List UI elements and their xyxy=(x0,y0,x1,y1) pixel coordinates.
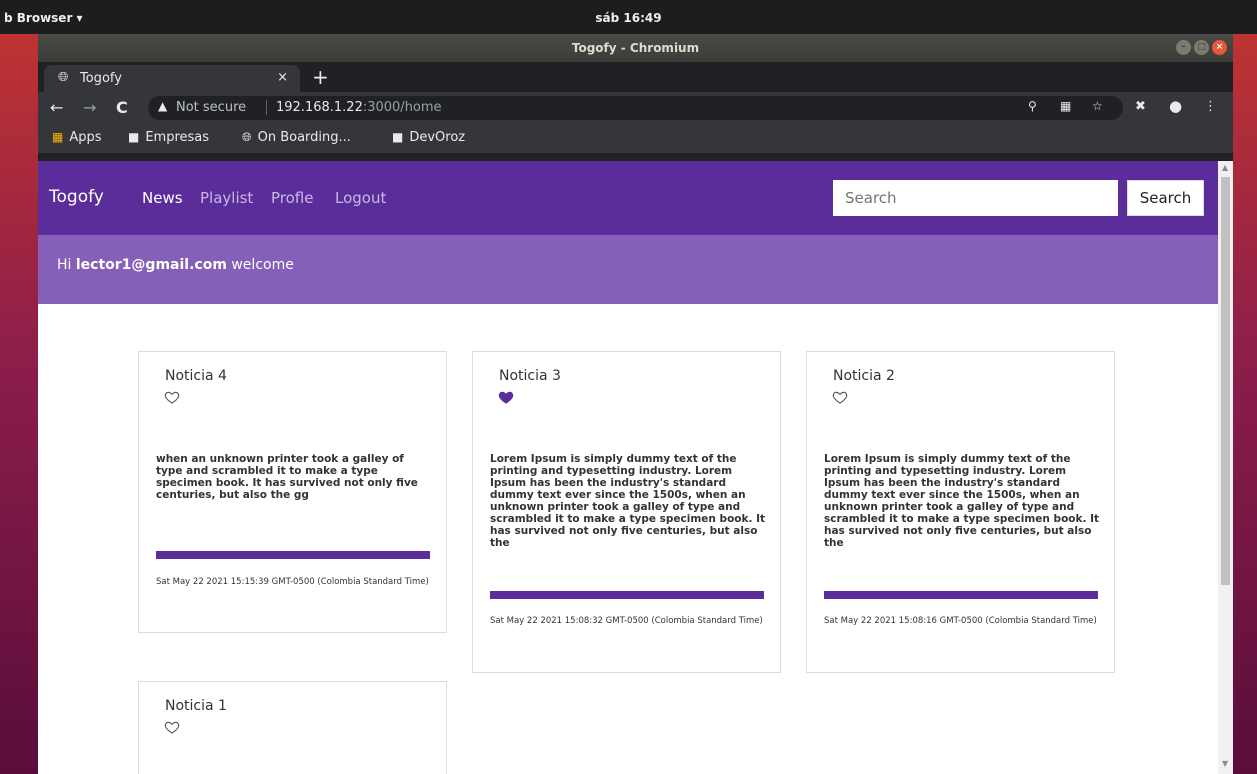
scroll-up-icon[interactable]: ▲ xyxy=(1222,163,1228,172)
nav-news[interactable]: News xyxy=(142,189,183,207)
heart-outline-icon[interactable] xyxy=(832,389,848,405)
globe-icon: 🌐︎ xyxy=(242,130,252,144)
browser-toolbar: ← → C ▲ Not secure 192.168.1.22:3000/hom… xyxy=(38,92,1233,124)
system-top-bar: b Browser ▾ sáb 16:49 xyxy=(0,0,1257,34)
page-scrollbar[interactable]: ▲ ▼ xyxy=(1218,161,1233,774)
bookmark-onboarding[interactable]: 🌐︎ On Boarding... xyxy=(242,130,351,145)
card-body: Lorem Ipsum is simply dummy text of the … xyxy=(824,453,1100,549)
card-accent-bar xyxy=(490,591,764,599)
scroll-thumb[interactable] xyxy=(1221,177,1230,585)
new-tab-button[interactable]: + xyxy=(312,65,329,89)
heart-outline-icon[interactable] xyxy=(164,719,180,735)
news-card: Noticia 4 when an unknown printer took a… xyxy=(138,351,447,633)
minimize-icon[interactable]: – xyxy=(1176,40,1191,55)
omnibox-divider xyxy=(266,100,267,115)
tab-title: Togofy xyxy=(80,71,122,86)
welcome-suffix: welcome xyxy=(231,257,294,273)
card-date: Sat May 22 2021 15:08:32 GMT-0500 (Colom… xyxy=(490,616,763,626)
nav-profile[interactable]: Profle xyxy=(271,189,313,207)
nav-playlist[interactable]: Playlist xyxy=(200,189,253,207)
card-body: Lorem Ipsum is simply dummy text of the … xyxy=(490,453,766,549)
tab-close-icon[interactable]: × xyxy=(277,70,288,85)
browser-window: Togofy - Chromium – □ × 🌐︎ Togofy × + ← … xyxy=(38,34,1233,774)
page-viewport: Togofy News Playlist Profle Logout Searc… xyxy=(38,161,1233,774)
card-title: Noticia 1 xyxy=(165,698,227,714)
welcome-message: Hi lector1@gmail.com welcome xyxy=(57,257,294,273)
security-label[interactable]: Not secure xyxy=(176,100,246,115)
card-accent-bar xyxy=(156,551,430,559)
extensions-icon[interactable]: ✖ xyxy=(1135,99,1146,114)
site-navbar: Togofy News Playlist Profle Logout Searc… xyxy=(38,161,1218,235)
url-text[interactable]: 192.168.1.22:3000/home xyxy=(276,100,442,115)
profile-icon[interactable]: ● xyxy=(1169,97,1182,115)
heart-filled-icon[interactable] xyxy=(498,389,514,405)
folder-icon: ■ xyxy=(128,130,140,144)
bookmark-empresas[interactable]: ■ Empresas xyxy=(128,130,209,145)
welcome-user-email: lector1@gmail.com xyxy=(75,257,227,273)
bookmark-label: Empresas xyxy=(145,130,210,145)
bookmarks-bar: ▦ Apps ■ Empresas 🌐︎ On Boarding... ■ DevOro… xyxy=(38,124,1233,154)
heart-outline-icon[interactable] xyxy=(164,389,180,405)
bookmark-label: On Boarding... xyxy=(257,130,351,145)
back-icon[interactable]: ← xyxy=(50,98,63,117)
url-path: :3000/home xyxy=(362,100,442,115)
bookmark-apps[interactable]: ▦ Apps xyxy=(52,130,102,145)
card-date: Sat May 22 2021 15:08:16 GMT-0500 (Colom… xyxy=(824,616,1097,626)
warning-icon[interactable]: ▲ xyxy=(158,99,167,113)
bookmark-devoroz[interactable]: ■ DevOroz xyxy=(392,130,465,145)
star-icon[interactable]: ☆ xyxy=(1092,99,1103,113)
news-card: Noticia 3 Lorem Ipsum is simply dummy te… xyxy=(472,351,781,673)
card-body: when an unknown printer took a galley of… xyxy=(156,453,418,501)
window-title: Togofy - Chromium xyxy=(571,41,700,55)
apps-grid-icon: ▦ xyxy=(52,130,64,144)
card-title: Noticia 2 xyxy=(833,368,895,384)
window-titlebar[interactable]: Togofy - Chromium – □ × xyxy=(38,34,1233,62)
card-date: Sat May 22 2021 15:15:39 GMT-0500 (Colom… xyxy=(156,577,429,587)
key-icon[interactable]: ⚲ xyxy=(1028,99,1037,113)
folder-icon: ■ xyxy=(392,130,404,144)
tab-togofy[interactable]: 🌐︎ Togofy × xyxy=(44,65,300,92)
forward-icon[interactable]: → xyxy=(83,98,96,117)
card-title: Noticia 3 xyxy=(499,368,561,384)
maximize-icon[interactable]: □ xyxy=(1194,40,1209,55)
search-button[interactable]: Search xyxy=(1127,180,1204,216)
window-controls: – □ × xyxy=(1176,40,1227,55)
nav-logout[interactable]: Logout xyxy=(335,189,386,207)
address-bar[interactable]: ▲ Not secure 192.168.1.22:3000/home ⚲ ▦ … xyxy=(148,96,1123,120)
welcome-greeting: Hi xyxy=(57,257,72,273)
url-host: 192.168.1.22 xyxy=(276,100,363,115)
scroll-down-icon[interactable]: ▼ xyxy=(1222,759,1228,768)
menu-dots-icon[interactable]: ⋮ xyxy=(1204,99,1217,114)
bookmark-label: DevOroz xyxy=(409,130,466,145)
news-card: Noticia 1 xyxy=(138,681,447,774)
card-title: Noticia 4 xyxy=(165,368,227,384)
bookmark-label: Apps xyxy=(69,130,102,145)
card-accent-bar xyxy=(824,591,1098,599)
welcome-banner: Hi lector1@gmail.com welcome xyxy=(38,235,1218,304)
globe-icon: 🌐︎ xyxy=(58,70,69,85)
reload-icon[interactable]: C xyxy=(116,98,128,117)
translate-icon[interactable]: ▦ xyxy=(1060,99,1071,113)
search-input[interactable] xyxy=(833,180,1118,216)
system-clock[interactable]: sáb 16:49 xyxy=(0,11,1257,25)
news-card: Noticia 2 Lorem Ipsum is simply dummy te… xyxy=(806,351,1115,673)
site-brand[interactable]: Togofy xyxy=(49,187,104,207)
close-icon[interactable]: × xyxy=(1212,40,1227,55)
tab-strip: 🌐︎ Togofy × + xyxy=(38,62,1233,92)
